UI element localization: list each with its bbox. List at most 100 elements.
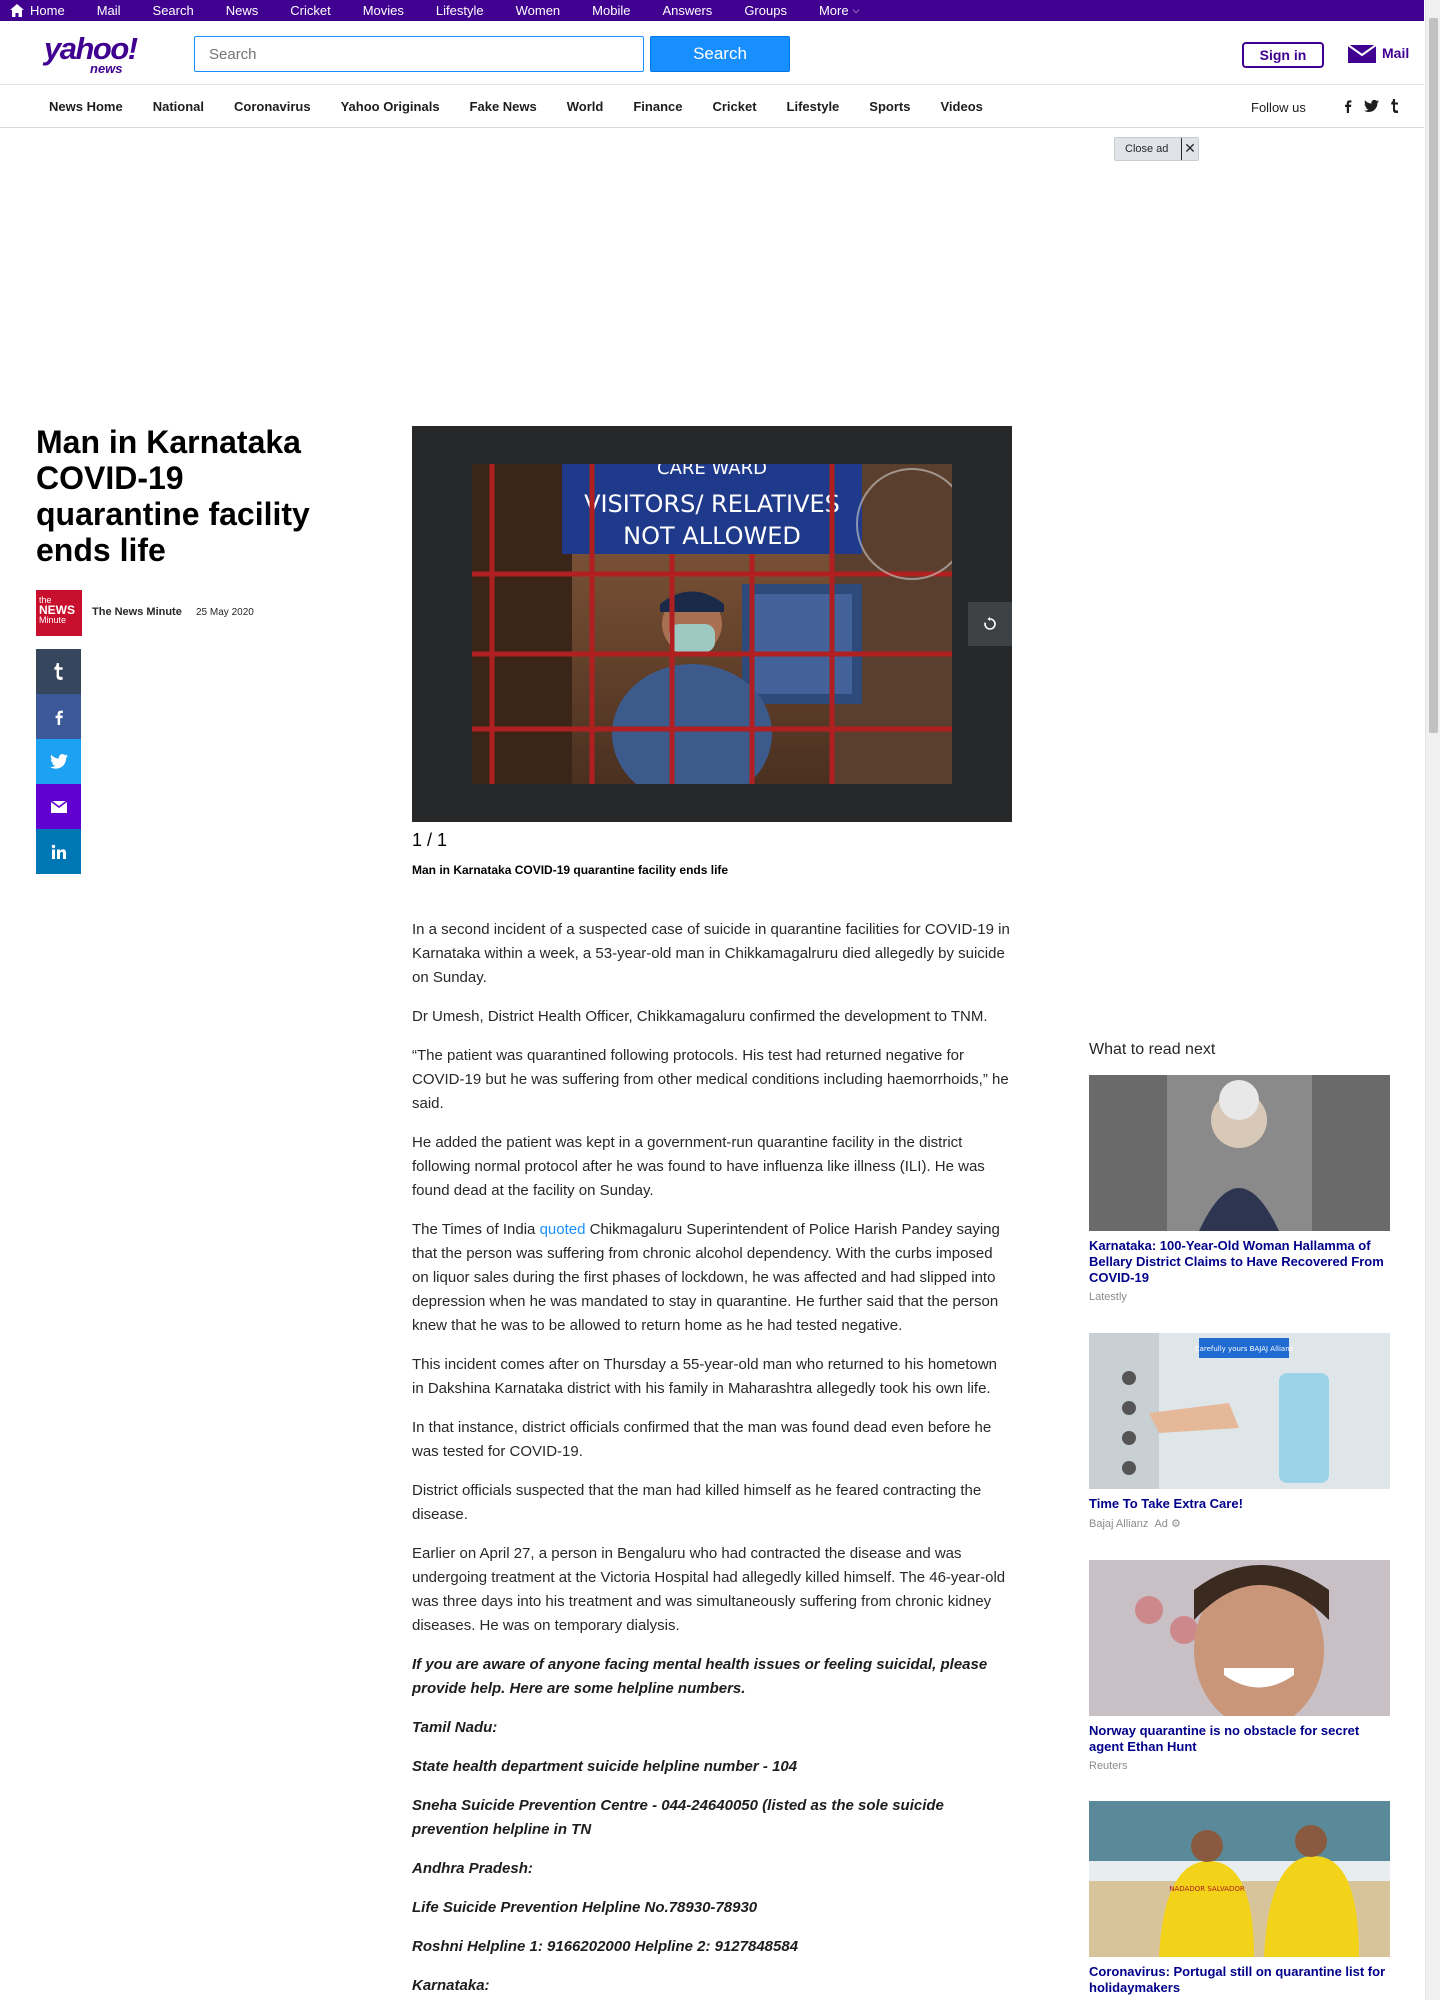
section-nav: News Home National Coronavirus Yahoo Ori…	[0, 86, 1424, 128]
slide-counter: 1 / 1	[412, 830, 448, 850]
topbar-lifestyle[interactable]: Lifestyle	[436, 3, 484, 18]
helpline-text: State health department suicide helpline…	[412, 1758, 798, 1775]
provider-logo-mid: NEWS	[39, 603, 75, 617]
article-body: In a second incident of a suspected case…	[412, 918, 1012, 2013]
paragraph: In a second incident of a suspected case…	[412, 921, 1010, 986]
share-tumblr-button[interactable]	[36, 649, 81, 694]
article-headline: Man in Karnataka COVID-19 quarantine fac…	[36, 424, 310, 568]
related-article-card[interactable]: Norway quarantine is no obstacle for sec…	[1089, 1560, 1390, 1772]
linkedin-icon	[51, 844, 66, 859]
related-article-source: Reuters	[1089, 1760, 1128, 1772]
share-facebook-button[interactable]	[36, 694, 81, 739]
share-linkedin-button[interactable]	[36, 829, 81, 874]
photo-sign-line1: VISITORS/ RELATIVES	[584, 490, 840, 518]
replay-icon	[984, 617, 996, 630]
mail-label: Mail	[1382, 45, 1410, 61]
photo-sign-top: CARE WARD	[657, 464, 767, 479]
nav-sports[interactable]: Sports	[869, 99, 910, 114]
search-input[interactable]	[194, 36, 644, 72]
topbar-news[interactable]: News	[226, 3, 259, 18]
close-ad-label: Close ad	[1125, 143, 1169, 155]
facebook-icon	[55, 710, 63, 725]
helpline-text: Karnataka:	[412, 1977, 490, 1994]
close-ad-button[interactable]: Close ad ✕	[1114, 137, 1199, 161]
ad-badge: Ad	[1154, 1518, 1168, 1530]
share-twitter-button[interactable]	[36, 739, 81, 784]
paragraph: In that instance, district officials con…	[412, 1419, 992, 1460]
site-header: yahoo! news Search Sign in Mail	[0, 21, 1424, 85]
nav-videos[interactable]: Videos	[940, 99, 982, 114]
sponsored-thumbnail-text: Carefully yours BAJAJ Allianz	[1195, 1345, 1294, 1353]
nav-national[interactable]: National	[153, 99, 204, 114]
top-bar: Home Mail Search News Cricket Movies Lif…	[0, 0, 1424, 21]
nav-fake-news[interactable]: Fake News	[470, 99, 537, 114]
replay-button[interactable]	[968, 602, 1012, 646]
sponsored-article-title: Time To Take Extra Care!	[1089, 1496, 1243, 1511]
topbar-mail[interactable]: Mail	[97, 3, 121, 18]
topbar-answers[interactable]: Answers	[662, 3, 712, 18]
close-icon: ✕	[1181, 138, 1198, 160]
quoted-link[interactable]: quoted	[540, 1221, 586, 1238]
what-to-read-next-heading: What to read next	[1089, 1041, 1216, 1058]
helpline-text: Tamil Nadu:	[412, 1719, 498, 1736]
related-article-title: Norway quarantine is no obstacle for sec…	[1089, 1723, 1360, 1754]
related-article-thumbnail	[1089, 1560, 1390, 1716]
paragraph: “The patient was quarantined following p…	[412, 1047, 1009, 1112]
yahoo-news-logo[interactable]: yahoo! news	[44, 33, 138, 76]
topbar-more-label: More	[818, 3, 849, 18]
related-article-title: Karnataka: 100-Year-Old Woman Hallamma o…	[1089, 1238, 1384, 1285]
nav-finance[interactable]: Finance	[633, 99, 682, 114]
provider-logo-bottom: Minute	[39, 615, 67, 625]
envelope-icon	[50, 800, 67, 813]
provider-name[interactable]: The News Minute	[92, 606, 182, 618]
search-button[interactable]: Search	[650, 36, 790, 72]
sponsored-article-card[interactable]: Carefully yours BAJAJ Allianz Time To Ta…	[1089, 1333, 1390, 1530]
related-article-thumbnail	[1089, 1075, 1390, 1231]
scrollbar-thumb[interactable]	[1429, 18, 1438, 733]
sign-in-button[interactable]: Sign in	[1242, 42, 1324, 68]
mail-link[interactable]: Mail	[1348, 43, 1409, 63]
sponsor-name: Bajaj Allianz	[1089, 1518, 1149, 1530]
topbar-more[interactable]: More ⌵	[819, 3, 859, 18]
ad-info-icon[interactable]: ⚙	[1171, 1518, 1181, 1530]
topbar-women[interactable]: Women	[516, 3, 561, 18]
sponsored-article-thumbnail: Carefully yours BAJAJ Allianz	[1089, 1333, 1390, 1489]
nav-cricket[interactable]: Cricket	[712, 99, 756, 114]
paragraph: District officials suspected that the ma…	[412, 1482, 982, 1523]
slideshow[interactable]: CARE WARD VISITORS/ RELATIVES NOT ALLOWE…	[412, 426, 1012, 822]
paragraph: The Times of India quoted Chikmagaluru S…	[412, 1218, 1012, 1338]
home-icon	[10, 4, 24, 17]
topbar-mobile[interactable]: Mobile	[592, 3, 630, 18]
related-article-card[interactable]: Karnataka: 100-Year-Old Woman Hallamma o…	[1089, 1075, 1390, 1303]
nav-lifestyle[interactable]: Lifestyle	[787, 99, 840, 114]
provider-logo[interactable]: the NEWS Minute	[36, 590, 82, 636]
nav-world[interactable]: World	[567, 99, 604, 114]
mail-icon	[1348, 44, 1376, 63]
nav-news-home[interactable]: News Home	[49, 99, 123, 114]
photo-sign-line2: NOT ALLOWED	[623, 522, 801, 550]
related-article-source: Latestly	[1089, 1291, 1127, 1303]
helpline-text: Life Suicide Prevention Helpline No.7893…	[412, 1899, 758, 1916]
related-article-title: Coronavirus: Portugal still on quarantin…	[1089, 1964, 1386, 1995]
topbar-movies[interactable]: Movies	[363, 3, 404, 18]
topbar-home-label: Home	[30, 3, 65, 18]
helpline-text: Roshni Helpline 1: 9166202000 Helpline 2…	[412, 1938, 799, 1955]
page-scrollbar[interactable]	[1425, 0, 1440, 2000]
article-photo: CARE WARD VISITORS/ RELATIVES NOT ALLOWE…	[472, 464, 952, 784]
topbar-cricket[interactable]: Cricket	[290, 3, 330, 18]
facebook-icon[interactable]	[1341, 99, 1355, 113]
helpline-text: Sneha Suicide Prevention Centre - 044-24…	[412, 1797, 944, 1838]
nav-coronavirus[interactable]: Coronavirus	[234, 99, 311, 114]
follow-us-label: Follow us	[1251, 100, 1306, 115]
topbar-search[interactable]: Search	[153, 3, 194, 18]
portugal-thumbnail-text: NADADOR SALVADOR	[1169, 1885, 1245, 1893]
topbar-home[interactable]: Home	[10, 3, 65, 18]
topbar-groups[interactable]: Groups	[744, 3, 787, 18]
twitter-icon	[49, 754, 68, 769]
share-email-button[interactable]	[36, 784, 81, 829]
related-article-card[interactable]: NADADOR SALVADOR Coronavirus: Portugal s…	[1089, 1801, 1390, 1996]
chevron-down-icon: ⌵	[852, 5, 860, 15]
nav-yahoo-originals[interactable]: Yahoo Originals	[341, 99, 440, 114]
twitter-icon[interactable]	[1364, 99, 1379, 113]
tumblr-icon[interactable]	[1390, 99, 1404, 113]
